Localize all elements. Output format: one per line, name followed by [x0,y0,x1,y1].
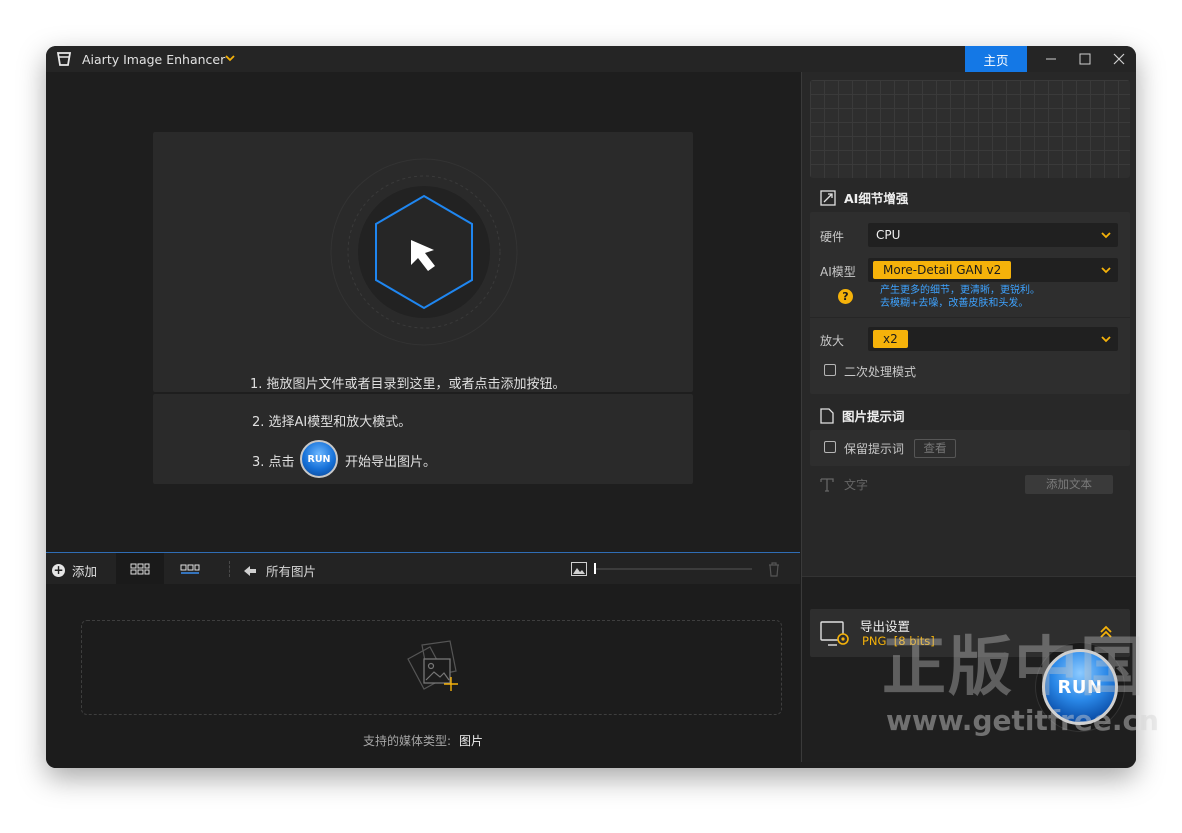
supported-media-label: 支持的媒体类型: [363,734,452,748]
document-icon [820,407,834,424]
chevron-down-icon [1101,267,1111,274]
prompt-settings: 保留提示词 查看 [810,430,1130,466]
app-title: Aiarty Image Enhancer [82,52,226,67]
model-desc-line-1: 产生更多的细节，更清晰，更锐利。 [880,285,1040,296]
view-prompt-button[interactable]: 查看 [914,439,956,458]
import-area[interactable]: 支持的媒体类型: 图片 [46,584,800,768]
keep-prompt-label: 保留提示词 [844,442,905,456]
supported-media-value: 图片 [459,734,484,748]
model-description: 产生更多的细节，更清晰，更锐利。 去模糊+去噪，改善皮肤和头发。 [880,284,1040,310]
trash-icon[interactable] [766,561,782,577]
hardware-select[interactable]: CPU [868,223,1118,247]
filmstrip-view-button[interactable] [170,553,210,585]
plus-icon: + [52,563,65,577]
secondary-mode-checkbox[interactable] [824,364,836,376]
maximize-icon [1079,53,1091,65]
all-images-label: 所有图片 [266,564,317,579]
add-image-icon[interactable] [400,637,470,697]
close-icon [1113,53,1125,65]
help-icon[interactable]: ? [838,289,853,304]
scale-value: x2 [873,330,908,348]
enhance-icon [820,189,836,206]
import-drop-box[interactable] [81,620,782,715]
minimize-icon [1046,58,1056,60]
image-size-icon [571,562,587,576]
text-row: 文字 [820,476,868,493]
model-value: More-Detail GAN v2 [873,261,1012,279]
home-button[interactable]: 主页 [965,46,1027,72]
supported-media-text: 支持的媒体类型: 图片 [363,732,483,749]
prompt-title: 图片提示词 [842,409,905,424]
text-icon [820,477,834,492]
add-image-hex-icon[interactable] [326,154,522,350]
secondary-mode-label: 二次处理模式 [844,365,917,379]
minimize-button[interactable] [1034,46,1068,72]
step-1-text: 1. 拖放图片文件或者目录到这里，或者点击添加按钮。 [250,377,566,392]
step-3-suffix: 开始导出图片。 [345,455,437,470]
toolbar-divider [229,561,230,577]
step-3-prefix: 3. 点击 [252,455,295,470]
add-text-button[interactable]: 添加文本 [1025,475,1113,494]
run-inline-icon: RUN [300,440,338,478]
arrow-left-icon [244,565,256,576]
thumbnail-size-slider[interactable] [594,568,752,570]
grid-view-button[interactable] [116,553,164,585]
export-settings-icon [820,621,849,646]
all-images-button[interactable]: 所有图片 [244,561,316,580]
step-2-text: 2. 选择AI模型和放大模式。 [252,415,412,430]
image-list-toolbar: + 添加 所有图片 [46,552,800,585]
chevron-down-icon [1101,232,1111,239]
ai-enhance-header: AI细节增强 [820,188,908,207]
chevron-down-icon [1101,336,1111,343]
model-desc-line-2: 去模糊+去噪，改善皮肤和头发。 [880,298,1029,309]
hardware-value: CPU [876,228,901,242]
slider-handle[interactable] [594,563,596,574]
title-bar: Aiarty Image Enhancer 主页 [46,46,1136,72]
watermark-text: 正版中国 [882,630,1146,705]
divider [810,317,1130,318]
drop-zone[interactable]: 1. 拖放图片文件或者目录到这里，或者点击添加按钮。 2. 选择AI模型和放大模… [46,72,800,552]
filmstrip-icon [180,564,200,574]
add-button[interactable]: + 添加 [52,561,97,580]
app-logo-icon [56,52,72,66]
model-label: AI模型 [820,265,856,279]
watermark-url: www.getitfree.cn [886,704,1159,737]
drop-card[interactable]: 1. 拖放图片文件或者目录到这里，或者点击添加按钮。 [153,132,693,392]
hardware-label: 硬件 [820,230,845,244]
keep-prompt-checkbox[interactable] [824,441,836,453]
maximize-button[interactable] [1068,46,1102,72]
enhance-settings: 硬件 CPU AI模型 More-Detail GAN v2 ? 产生更多的细节… [810,212,1130,394]
close-button[interactable] [1102,46,1136,72]
ai-enhance-title: AI细节增强 [844,191,909,206]
steps-card: 2. 选择AI模型和放大模式。 3. 点击 RUN 开始导出图片。 [153,394,693,484]
scale-select[interactable]: x2 [868,327,1118,351]
prompt-header: 图片提示词 [820,406,905,425]
preview-thumbnail [810,80,1130,178]
scale-label: 放大 [820,334,845,348]
chevron-down-icon[interactable] [224,52,236,64]
model-select[interactable]: More-Detail GAN v2 [868,258,1118,282]
text-label: 文字 [844,478,869,492]
add-label: 添加 [72,564,98,579]
grid-icon [130,563,150,575]
